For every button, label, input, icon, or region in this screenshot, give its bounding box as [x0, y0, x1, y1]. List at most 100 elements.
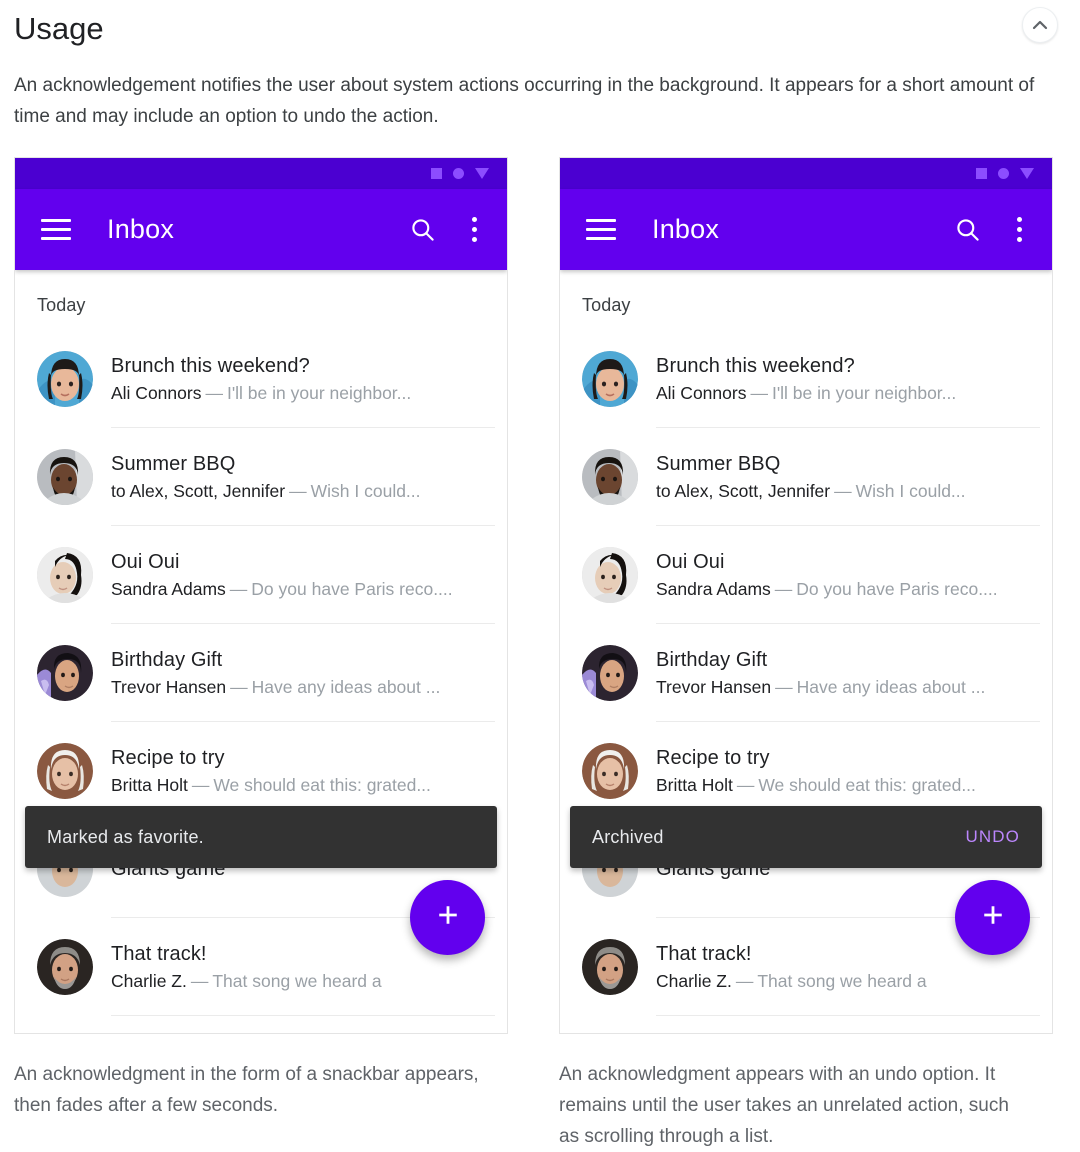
avatar-sandra-adams — [37, 547, 93, 603]
app-bar: Inbox — [15, 189, 507, 270]
list-item-text: Birthday Gift Trevor Hansen — Have any ide… — [656, 647, 985, 700]
list-item-text: Summer BBQ to Alex, Scott, Jennifer — Wish… — [111, 451, 421, 504]
snackbar: Marked as favorite. — [25, 806, 497, 868]
list-item-sender: Sandra Adams — [656, 578, 771, 599]
list-item[interactable]: Birthday Gift Trevor Hansen — Have any ide… — [560, 624, 1052, 722]
triangle-down-icon — [1020, 168, 1034, 179]
list-item-sender: Britta Holt — [656, 774, 733, 795]
hamburger-menu-icon[interactable] — [586, 219, 616, 240]
list-item-dash: — — [736, 774, 755, 795]
mockups-container: Inbox Today Brunch this weekend? Ali Con… — [14, 157, 1066, 1152]
app-bar-actions — [954, 215, 1030, 244]
right-caption: An acknowledgment appears with an undo o… — [559, 1064, 1009, 1147]
snackbar: Archived UNDO — [570, 806, 1042, 868]
list-item-snippet: That song we heard a — [212, 970, 382, 991]
list-item-dash: — — [191, 774, 210, 795]
search-icon[interactable] — [409, 216, 436, 243]
avatar-ali-connors — [37, 351, 93, 407]
list-item-subtitle: Sandra Adams — Do you have Paris reco.... — [111, 577, 453, 602]
list-item-sender: Sandra Adams — [111, 578, 226, 599]
add-fab-button[interactable] — [410, 880, 485, 955]
list-item[interactable]: Birthday Gift Trevor Hansen — Have any ide… — [15, 624, 507, 722]
left-caption: An acknowledgment in the form of a snack… — [14, 1064, 479, 1116]
usage-section: Usage An acknowledgement notifies the us… — [0, 0, 1080, 1152]
more-vertical-icon[interactable] — [1009, 215, 1030, 244]
circle-icon — [998, 168, 1009, 179]
right-column: Inbox Today Brunch this weekend? Ali Con… — [559, 157, 1053, 1152]
list-item-snippet: Have any ideas about ... — [251, 676, 441, 697]
list-item-snippet: Do you have Paris reco.... — [251, 578, 453, 599]
avatar-sandra-adams — [582, 547, 638, 603]
list-item-sender: Ali Connors — [111, 382, 202, 403]
search-icon[interactable] — [954, 216, 981, 243]
app-bar: Inbox — [560, 189, 1052, 270]
list-item-title: Oui Oui — [111, 550, 180, 573]
list-item[interactable]: Brunch this weekend? Ali Connors — I'll be… — [15, 330, 507, 428]
list-item-sender: Charlie Z. — [656, 970, 732, 991]
list-item-dash: — — [205, 382, 223, 403]
list-item-subtitle: Trevor Hansen — Have any ideas about ... — [111, 675, 440, 700]
snackbar-message: Marked as favorite. — [47, 826, 204, 847]
add-fab-button[interactable] — [955, 880, 1030, 955]
list-item-snippet: Do you have Paris reco.... — [796, 578, 998, 599]
avatar-summer-bbq — [37, 449, 93, 505]
list-item-subtitle: Charlie Z. — That song we heard a — [656, 969, 927, 994]
email-list: Today Brunch this weekend? Ali Connors — I… — [560, 270, 1052, 1033]
avatar-trevor-hansen — [582, 645, 638, 701]
list-item-text: Oui Oui Sandra Adams — Do you have Paris r… — [111, 549, 453, 602]
more-vertical-icon[interactable] — [464, 215, 485, 244]
list-item-subtitle: Britta Holt — We should eat this: grated..… — [656, 773, 976, 798]
list-item-dash: — — [190, 970, 209, 991]
status-bar — [560, 158, 1052, 189]
list-item[interactable]: Oui Oui Sandra Adams — Do you have Paris r… — [560, 526, 1052, 624]
list-item-dash: — — [230, 676, 248, 697]
list-item-text: Brunch this weekend? Ali Connors — I'll be… — [111, 353, 411, 406]
list-item-title: Brunch this weekend? — [656, 354, 855, 377]
list-item-snippet: I'll be in your neighbor... — [226, 382, 412, 403]
circle-icon — [453, 168, 464, 179]
list-item-dash: — — [289, 480, 307, 501]
list-item-sender: Charlie Z. — [111, 970, 187, 991]
snackbar-message: Archived — [592, 826, 664, 847]
list-item[interactable]: Brunch this weekend? Ali Connors — I'll be… — [560, 330, 1052, 428]
list-item-text: Recipe to try Britta Holt — We should eat … — [656, 745, 976, 798]
list-item-title: Oui Oui — [656, 550, 725, 573]
list-item-text: Oui Oui Sandra Adams — Do you have Paris r… — [656, 549, 998, 602]
list-item-snippet: Wish I could... — [855, 480, 966, 501]
collapse-section-button[interactable] — [1022, 7, 1058, 43]
app-bar-title: Inbox — [652, 214, 720, 244]
list-item-sender: Trevor Hansen — [111, 676, 227, 697]
list-item-sender: to Alex, Scott, Jennifer — [656, 480, 831, 501]
list-item-subtitle: to Alex, Scott, Jennifer — Wish I could... — [111, 479, 421, 504]
email-list: Today Brunch this weekend? Ali Connors — I… — [15, 270, 507, 1033]
list-item[interactable]: Summer BBQ to Alex, Scott, Jennifer — Wish… — [15, 428, 507, 526]
list-item-text: Birthday Gift Trevor Hansen — Have any ide… — [111, 647, 440, 700]
list-item-title: Birthday Gift — [656, 648, 768, 671]
list-item-text: That track! Charlie Z. — That song we hear… — [111, 941, 382, 994]
list-divider — [111, 1015, 495, 1016]
list-item-title: Summer BBQ — [111, 452, 236, 475]
list-item-dash: — — [774, 578, 793, 599]
list-item-dash: — — [775, 676, 793, 697]
list-item[interactable]: Oui Oui Sandra Adams — Do you have Paris r… — [15, 526, 507, 624]
hamburger-menu-icon[interactable] — [41, 219, 71, 240]
list-item-snippet: I'll be in your neighbor... — [771, 382, 957, 403]
snackbar-undo-button[interactable]: UNDO — [966, 827, 1020, 847]
list-item-subtitle: Britta Holt — We should eat this: grated..… — [111, 773, 431, 798]
list-item-title: Birthday Gift — [111, 648, 223, 671]
avatar-trevor-hansen — [37, 645, 93, 701]
avatar-britta-holt — [582, 743, 638, 799]
plus-icon — [979, 901, 1007, 934]
avatar-ali-connors — [582, 351, 638, 407]
list-item-title: That track! — [656, 942, 752, 965]
avatar-charlie-z — [582, 939, 638, 995]
plus-icon — [434, 901, 462, 934]
list-item-title: Summer BBQ — [656, 452, 781, 475]
list-item-subtitle: to Alex, Scott, Jennifer — Wish I could... — [656, 479, 966, 504]
list-item-dash: — — [750, 382, 768, 403]
list-item-dash: — — [834, 480, 852, 501]
list-item[interactable]: Summer BBQ to Alex, Scott, Jennifer — Wish… — [560, 428, 1052, 526]
list-item-sender: Ali Connors — [656, 382, 747, 403]
list-item-subtitle: Ali Connors — I'll be in your neighbor... — [111, 381, 411, 406]
list-item-subtitle: Charlie Z. — That song we heard a — [111, 969, 382, 994]
